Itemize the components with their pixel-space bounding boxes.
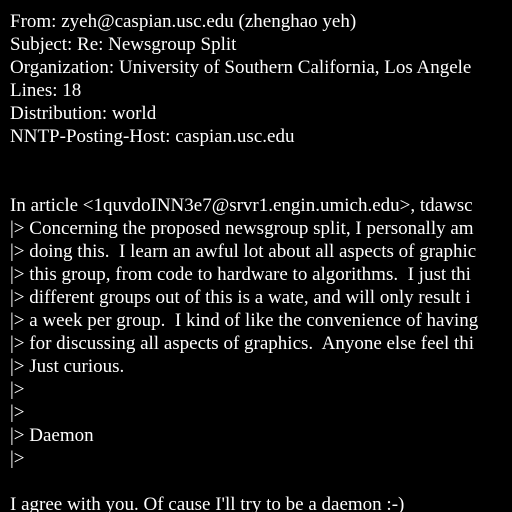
quoted-line: |> this group, from code to hardware to … xyxy=(10,264,471,285)
header-nntp-posting-host: NNTP-Posting-Host: caspian.usc.edu xyxy=(10,126,295,147)
header-from: From: zyeh@caspian.usc.edu (zhenghao yeh… xyxy=(10,11,357,32)
header-organization: Organization: University of Southern Cal… xyxy=(10,57,472,78)
quoted-line: |> xyxy=(10,448,25,469)
quoted-line: |> doing this. I learn an awful lot abou… xyxy=(10,241,477,262)
news-message: From: zyeh@caspian.usc.edu (zhenghao yeh… xyxy=(10,10,512,512)
quoted-line: |> for discussing all aspects of graphic… xyxy=(10,333,475,354)
quoted-line: |> different groups out of this is a wat… xyxy=(10,287,471,308)
header-subject: Subject: Re: Newsgroup Split xyxy=(10,34,237,55)
header-lines: Lines: 18 xyxy=(10,80,82,101)
quoted-line: |> a week per group. I kind of like the … xyxy=(10,310,479,331)
header-distribution: Distribution: world xyxy=(10,103,157,124)
quoted-line: |> Concerning the proposed newsgroup spl… xyxy=(10,218,474,239)
reply-line: I agree with you. Of cause I'll try to b… xyxy=(10,494,405,512)
attribution-line: In article <1quvdoINN3e7@srvr1.engin.umi… xyxy=(10,195,473,216)
quoted-line: |> Just curious. xyxy=(10,356,125,377)
quoted-line: |> xyxy=(10,402,25,423)
quoted-line: |> Daemon xyxy=(10,425,94,446)
quoted-line: |> xyxy=(10,379,25,400)
